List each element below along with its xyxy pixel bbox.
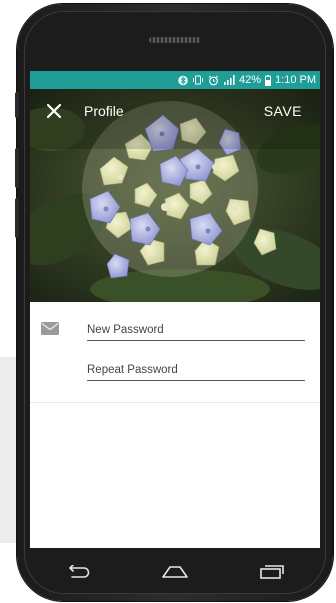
close-icon [46,103,62,119]
password-form [30,302,320,403]
status-bar: 42% 1:10 PM [30,71,320,89]
alarm-icon [208,75,219,86]
recents-button[interactable] [252,557,292,587]
battery-icon [265,74,272,86]
nav-bar [30,552,320,592]
volume-button [15,92,19,118]
side-button [15,148,19,188]
mail-icon [41,322,59,340]
app-toolbar: Profile SAVE [30,89,320,133]
battery-percent: 42% [239,74,262,86]
repeat-password-input[interactable] [87,359,305,381]
clock: 1:10 PM [275,74,316,86]
vibrate-icon [192,75,204,85]
back-button[interactable] [58,557,98,587]
side-button-2 [15,198,19,238]
phone-speaker [149,37,201,43]
page-title: Profile [84,103,124,119]
recents-icon [259,565,284,579]
save-button[interactable]: SAVE [264,103,302,119]
back-icon [69,565,90,578]
app-screen: 42% 1:10 PM Profile SAVE [30,71,320,548]
bluetooth-icon [178,75,188,86]
new-password-input[interactable] [87,319,305,341]
home-button[interactable] [155,557,195,587]
home-icon [162,566,188,578]
close-button[interactable] [32,89,76,133]
signal-icon [223,75,235,85]
